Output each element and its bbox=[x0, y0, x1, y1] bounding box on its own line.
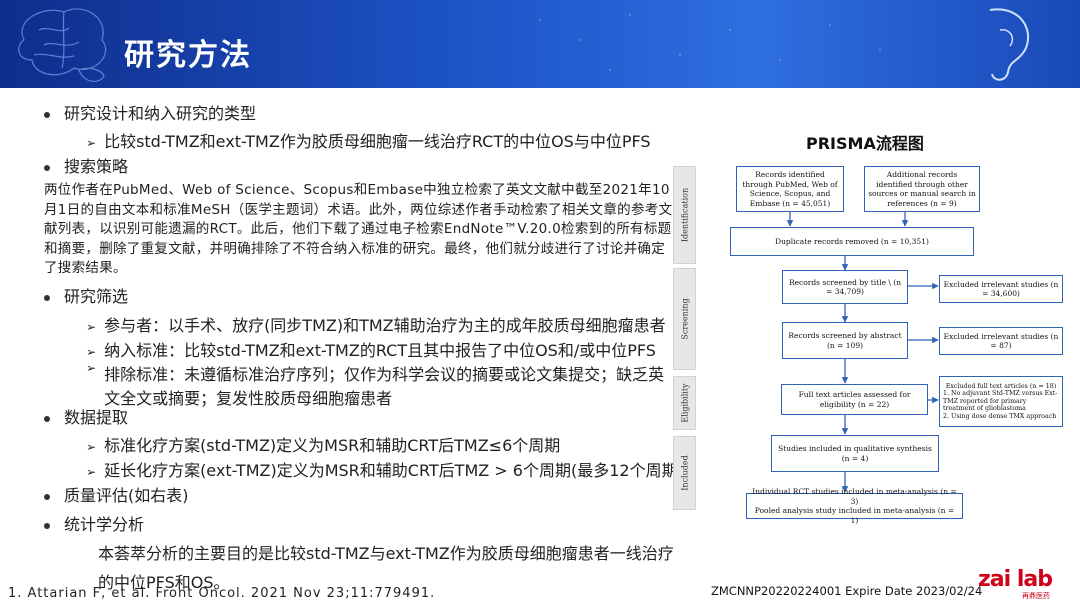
bullet-dot bbox=[44, 493, 50, 500]
excluded-fulltext-reason-1: 1. No adjuvant Std-TMZ versus Ext-TMZ re… bbox=[943, 390, 1058, 413]
arrow-icon: ➢ bbox=[86, 361, 97, 375]
box-qualitative-synthesis: Studies included in qualitative synthesi… bbox=[771, 435, 939, 472]
search-paragraph: 两位作者在PubMed、Web of Science、Scopus和Embase… bbox=[44, 182, 673, 276]
arrow-icon: ➢ bbox=[86, 465, 97, 479]
bullet-statistics: 统计学分析 bbox=[44, 511, 144, 535]
box-screened-title: Records screened by title \ (n = 34,709) bbox=[782, 270, 908, 304]
stage-identification: Identification bbox=[673, 166, 696, 264]
bullet-label: 研究设计和纳入研究的类型 bbox=[64, 104, 257, 123]
excluded-fulltext-head: Excluded full text articles (n = 18) bbox=[945, 382, 1057, 390]
brain-icon bbox=[18, 8, 107, 82]
bullet-label: 研究筛选 bbox=[64, 287, 129, 306]
arrow-icon: ➢ bbox=[86, 136, 97, 150]
meta-line-1: Individual RCT studies included in meta-… bbox=[752, 487, 957, 506]
expire-code: ZMCNNP20220224001 Expire Date 2023/02/24 bbox=[711, 584, 983, 598]
bullet-study-screening: 研究筛选 bbox=[44, 283, 128, 307]
bullet-quality-assessment: 质量评估(如右表) bbox=[44, 482, 189, 506]
ear-icon bbox=[989, 8, 1030, 81]
prisma-title: PRISMA流程图 bbox=[806, 134, 924, 153]
box-excluded-abstract: Excluded irrelevant studies (n = 87) bbox=[939, 327, 1063, 355]
zai-lab-logo: zai lab 再鼎医药 bbox=[978, 569, 1062, 601]
sub-item: ➢ 比较std-TMZ和ext-TMZ作为胶质母细胞瘤一线治疗RCT的中位OS与中… bbox=[86, 128, 651, 152]
box-duplicates-removed: Duplicate records removed (n = 10,351) bbox=[730, 227, 974, 256]
stage-eligibility: Eligibility bbox=[673, 376, 696, 430]
bullet-label: 统计学分析 bbox=[64, 515, 145, 534]
bullet-dot bbox=[44, 111, 50, 118]
sub-item: ➢ 延长化疗方案(ext-TMZ)定义为MSR和辅助CRT后TMZ > 6个周期(… bbox=[86, 457, 684, 481]
bullet-label: 搜索策略 bbox=[64, 157, 129, 176]
arrow-icon: ➢ bbox=[86, 345, 97, 359]
sub-item-label: 标准化疗方案(std-TMZ)定义为MSR和辅助CRT后TMZ≤6个周期 bbox=[104, 436, 561, 455]
excluded-fulltext-reason-2: 2. Using dose dense TMX approach bbox=[943, 412, 1057, 420]
sub-item-label: 纳入标准：比较std-TMZ和ext-TMZ的RCT且其中报告了中位OS和/或中… bbox=[104, 341, 656, 360]
arrow-icon: ➢ bbox=[86, 440, 97, 454]
decorative-dots bbox=[538, 13, 882, 72]
box-excluded-title: Excluded irrelevant studies (n = 34,600) bbox=[939, 275, 1063, 303]
header-banner: 研究方法 bbox=[0, 0, 1080, 88]
stage-label: Screening bbox=[680, 298, 689, 340]
sub-item-label: 排除标准：未遵循标准治疗序列；仅作为科学会议的摘要或论文集提交；缺乏英文全文或摘… bbox=[104, 365, 665, 408]
sub-item-label: 比较std-TMZ和ext-TMZ作为胶质母细胞瘤一线治疗RCT的中位OS与中位… bbox=[104, 132, 651, 151]
stage-label: Eligibility bbox=[680, 383, 689, 423]
stage-screening: Screening bbox=[673, 268, 696, 370]
box-excluded-fulltext: Excluded full text articles (n = 18) 1. … bbox=[939, 376, 1063, 427]
bullet-dot bbox=[44, 415, 50, 422]
logo-subtitle: 再鼎医药 bbox=[1022, 592, 1050, 600]
bullet-study-design: 研究设计和纳入研究的类型 bbox=[44, 100, 256, 124]
sub-item: ➢ 排除标准：未遵循标准治疗序列；仅作为科学会议的摘要或论文集提交；缺乏英文全文或… bbox=[86, 361, 672, 409]
box-records-identified: Records identified through PubMed, Web o… bbox=[736, 166, 844, 212]
logo-wordmark: zai lab bbox=[978, 567, 1053, 592]
stage-label: Included bbox=[680, 455, 689, 491]
sub-item: ➢ 参与者：以手术、放疗(同步TMZ)和TMZ辅助治疗为主的成年胶质母细胞瘤患者 bbox=[86, 312, 666, 336]
bullet-label: 数据提取 bbox=[64, 408, 129, 427]
meta-line-2: Pooled analysis study included in meta-a… bbox=[754, 506, 955, 525]
bullet-dot bbox=[44, 522, 50, 529]
sub-item: ➢ 标准化疗方案(std-TMZ)定义为MSR和辅助CRT后TMZ≤6个周期 bbox=[86, 432, 560, 456]
statistics-line-1: 本荟萃分析的主要目的是比较std-TMZ与ext-TMZ作为胶质母细胞瘤患者一线… bbox=[98, 544, 674, 563]
bullet-data-extraction: 数据提取 bbox=[44, 404, 128, 428]
bullet-search-strategy: 搜索策略 bbox=[44, 153, 128, 177]
box-screened-abstract: Records screened by abstract (n = 109) bbox=[782, 322, 908, 359]
box-additional-records: Additional records identified through ot… bbox=[864, 166, 980, 212]
sub-item: ➢ 纳入标准：比较std-TMZ和ext-TMZ的RCT且其中报告了中位OS和/或… bbox=[86, 337, 656, 361]
reference-citation: 1. Attarian F, et al. Front Oncol. 2021 … bbox=[8, 586, 436, 601]
bullet-label: 质量评估(如右表) bbox=[64, 486, 189, 505]
bullet-dot bbox=[44, 294, 50, 301]
stage-included: Included bbox=[673, 436, 696, 510]
box-fulltext-assessed: Full text articles assessed for eligibil… bbox=[781, 384, 928, 415]
sub-item-label: 参与者：以手术、放疗(同步TMZ)和TMZ辅助治疗为主的成年胶质母细胞瘤患者 bbox=[104, 316, 666, 335]
stage-label: Identification bbox=[680, 187, 689, 243]
box-meta-analysis: Individual RCT studies included in meta-… bbox=[746, 487, 963, 525]
arrow-icon: ➢ bbox=[86, 320, 97, 334]
page-title: 研究方法 bbox=[124, 38, 252, 73]
bullet-dot bbox=[44, 164, 50, 171]
sub-item-label: 延长化疗方案(ext-TMZ)定义为MSR和辅助CRT后TMZ > 6个周期(最… bbox=[104, 461, 684, 480]
